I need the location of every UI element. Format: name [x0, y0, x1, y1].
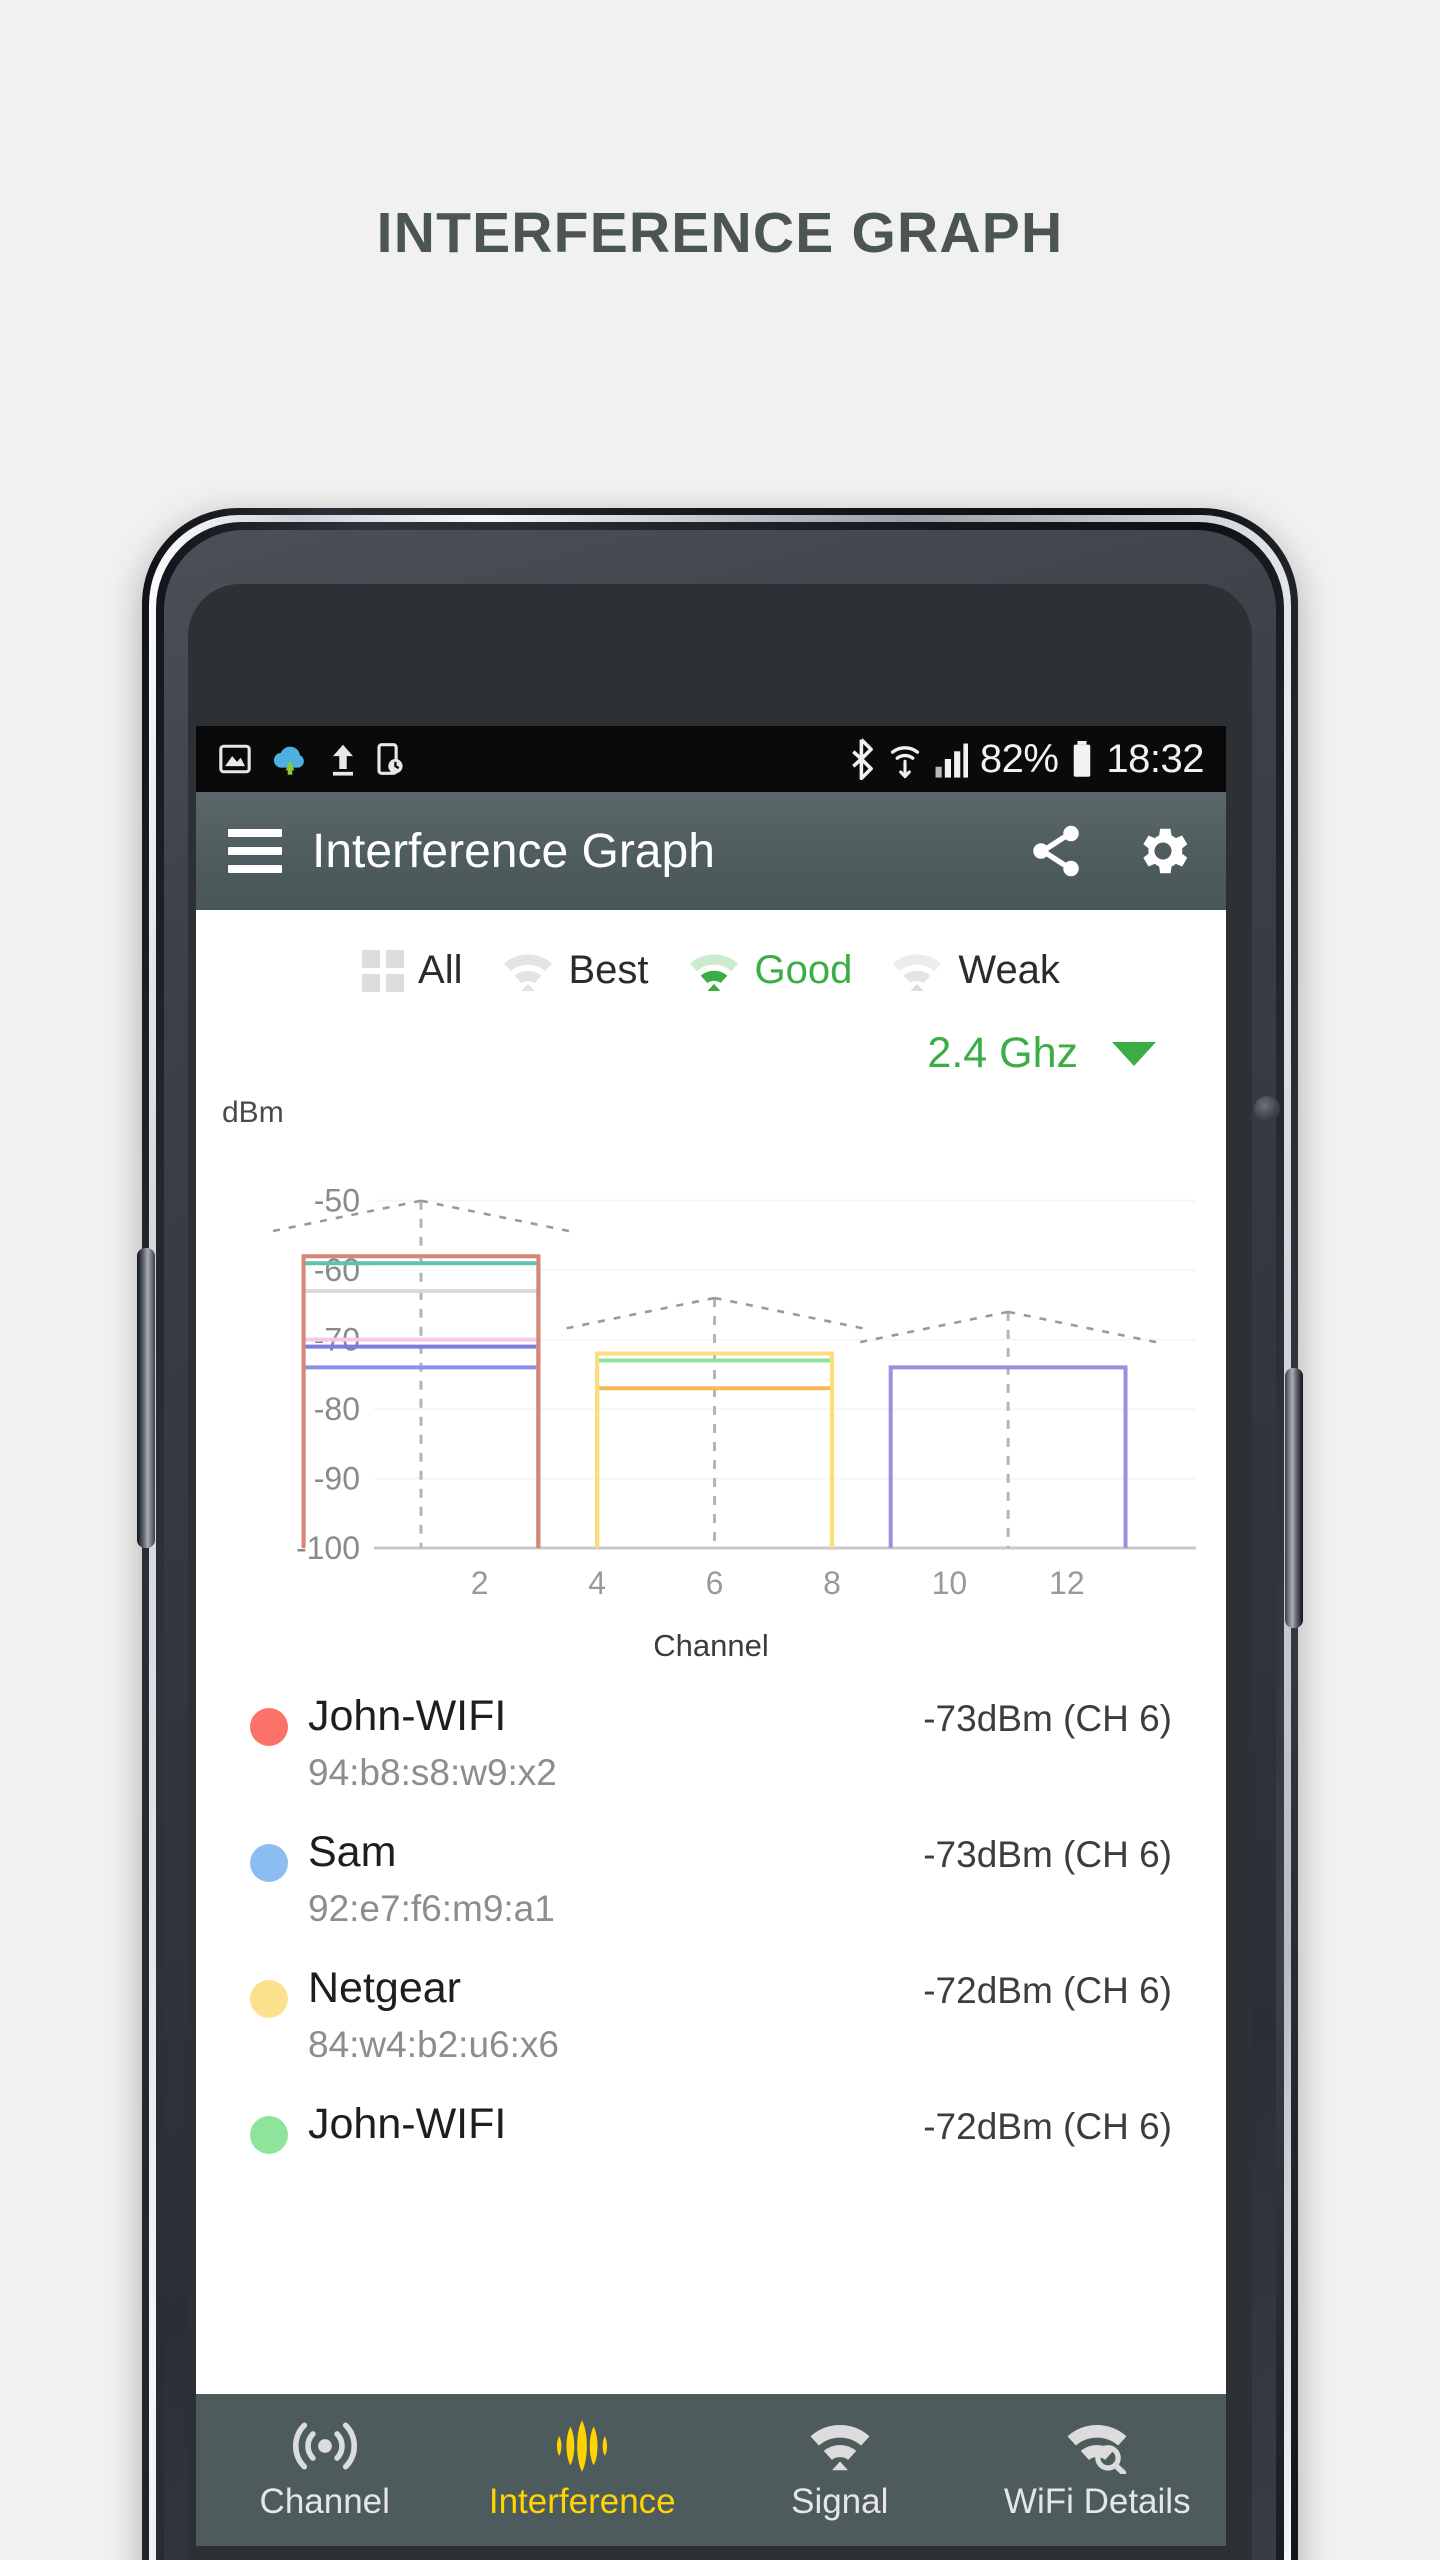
- network-ssid: Netgear: [308, 1964, 461, 2012]
- bluetooth-icon: [851, 738, 873, 780]
- app-bar: Interference Graph: [196, 792, 1226, 910]
- network-mac-address: 94:b8:s8:w9:x2: [308, 1752, 557, 1793]
- signal-quality-filter-row: All Best Good Weak: [196, 910, 1226, 999]
- svg-text:8: 8: [823, 1565, 841, 1601]
- light-sensor-icon: [1254, 1096, 1280, 1122]
- svg-text:-80: -80: [314, 1391, 360, 1427]
- battery-percent-label: 82%: [979, 736, 1059, 781]
- nav-wifi-details-label: WiFi Details: [1003, 2482, 1191, 2521]
- chevron-down-icon[interactable]: [1112, 1041, 1156, 1066]
- nav-channel-label: Channel: [259, 2482, 390, 2521]
- wifi-icon: [503, 953, 552, 991]
- list-item[interactable]: Sam 92:e7:f6:m9:a1 -73dBm (CH 6): [196, 1810, 1226, 1946]
- app-bar-actions: [1026, 820, 1194, 882]
- device-sync-icon: [377, 743, 403, 775]
- app-bar-title: Interference Graph: [312, 824, 715, 878]
- gallery-icon: [219, 744, 251, 774]
- wifi-icon: [810, 2424, 870, 2471]
- filter-all-label: All: [418, 948, 463, 992]
- filter-all[interactable]: All: [362, 948, 463, 993]
- nav-wifi-details[interactable]: WiFi Details: [969, 2418, 1227, 2522]
- network-color-dot: [250, 1844, 288, 1882]
- app-screen: 82% 18:32 Interference Graph All Best Go…: [196, 726, 1226, 2546]
- svg-text:6: 6: [706, 1565, 724, 1601]
- nav-signal-label: Signal: [791, 2482, 889, 2521]
- network-mac-address: 84:w4:b2:u6:x6: [308, 2024, 559, 2065]
- wifi-search-icon: [1067, 2424, 1127, 2474]
- filter-weak-label: Weak: [958, 948, 1060, 992]
- list-item[interactable]: Netgear 84:w4:b2:u6:x6 -72dBm (CH 6): [196, 1946, 1226, 2082]
- svg-text:-100: -100: [296, 1530, 360, 1566]
- network-ssid: John-WIFI: [308, 2100, 507, 2148]
- status-bar-left-icons: [218, 739, 404, 779]
- network-signal-channel: -72dBm (CH 6): [923, 1970, 1172, 2011]
- svg-text:2: 2: [471, 1565, 489, 1601]
- cellular-signal-icon: [935, 743, 968, 778]
- list-item[interactable]: John-WIFI -72dBm (CH 6): [196, 2082, 1226, 2218]
- chart-x-axis-label: Channel: [653, 1628, 769, 1663]
- svg-text:10: 10: [932, 1565, 968, 1601]
- bottom-navigation: Channel Interference Signal WiFi Details: [196, 2394, 1226, 2546]
- clock-label: 18:32: [1106, 736, 1204, 781]
- network-color-dot: [250, 1980, 288, 2018]
- svg-text:12: 12: [1049, 1565, 1085, 1601]
- page-title: INTERFERENCE GRAPH: [376, 201, 1064, 265]
- wifi-icon: [689, 953, 738, 991]
- grid-icon: [362, 949, 405, 992]
- status-bar-right-icons: 82% 18:32: [850, 737, 1204, 782]
- list-item[interactable]: John-WIFI 94:b8:s8:w9:x2 -73dBm (CH 6): [196, 1674, 1226, 1810]
- network-list: John-WIFI 94:b8:s8:w9:x2 -73dBm (CH 6) Sam 9…: [196, 1656, 1226, 2218]
- network-signal-channel: -73dBm (CH 6): [923, 1698, 1172, 1739]
- nav-interference[interactable]: Interference: [454, 2418, 712, 2522]
- network-mac-address: 92:e7:f6:m9:a1: [308, 1888, 555, 1929]
- wifi-transfer-icon: [890, 746, 919, 779]
- share-icon[interactable]: [1026, 821, 1086, 881]
- svg-text:4: 4: [588, 1565, 606, 1601]
- broadcast-icon: [292, 2422, 357, 2470]
- filter-best-label: Best: [568, 948, 649, 992]
- network-ssid: Sam: [308, 1828, 397, 1876]
- band-selector-value[interactable]: 2.4 Ghz: [927, 1029, 1078, 1078]
- svg-text:-90: -90: [314, 1461, 360, 1497]
- network-ssid: John-WIFI: [308, 1692, 507, 1740]
- wifi-icon: [893, 953, 942, 991]
- power-button[interactable]: [1285, 1368, 1303, 1628]
- network-signal-channel: -73dBm (CH 6): [923, 1834, 1172, 1875]
- filter-weak[interactable]: Weak: [890, 948, 1060, 993]
- network-color-dot: [250, 1708, 288, 1746]
- nav-interference-label: Interference: [488, 2482, 676, 2521]
- filter-good[interactable]: Good: [687, 948, 853, 993]
- filter-good-label: Good: [754, 948, 853, 992]
- hamburger-menu-icon[interactable]: [228, 829, 282, 873]
- network-color-dot: [250, 2116, 288, 2154]
- network-signal-channel: -72dBm (CH 6): [923, 2106, 1172, 2147]
- cloud-upload-icon: [273, 746, 304, 775]
- nav-channel[interactable]: Channel: [196, 2418, 454, 2522]
- interference-icon: [557, 2420, 608, 2472]
- interference-chart: dBm -50 -60 -70 -80 -90 -100 2 4 6 8 10 12 Channel: [196, 1096, 1226, 1663]
- status-bar: 82% 18:32: [196, 726, 1226, 792]
- upload-icon: [333, 744, 353, 776]
- chart-plot-area: -50-60-70-80-90-1002 4 6 8 10 12: [268, 1183, 1196, 1601]
- gear-icon[interactable]: [1132, 820, 1194, 882]
- screenshot-root: INTERFERENCE GRAPH 82% 18:32 Interferenc…: [0, 0, 1440, 2560]
- volume-button[interactable]: [137, 1248, 155, 1548]
- nav-signal[interactable]: Signal: [711, 2418, 969, 2522]
- filter-best[interactable]: Best: [501, 948, 649, 993]
- band-selector[interactable]: 2.4 Ghz: [196, 999, 1226, 1078]
- battery-icon: [1074, 741, 1091, 777]
